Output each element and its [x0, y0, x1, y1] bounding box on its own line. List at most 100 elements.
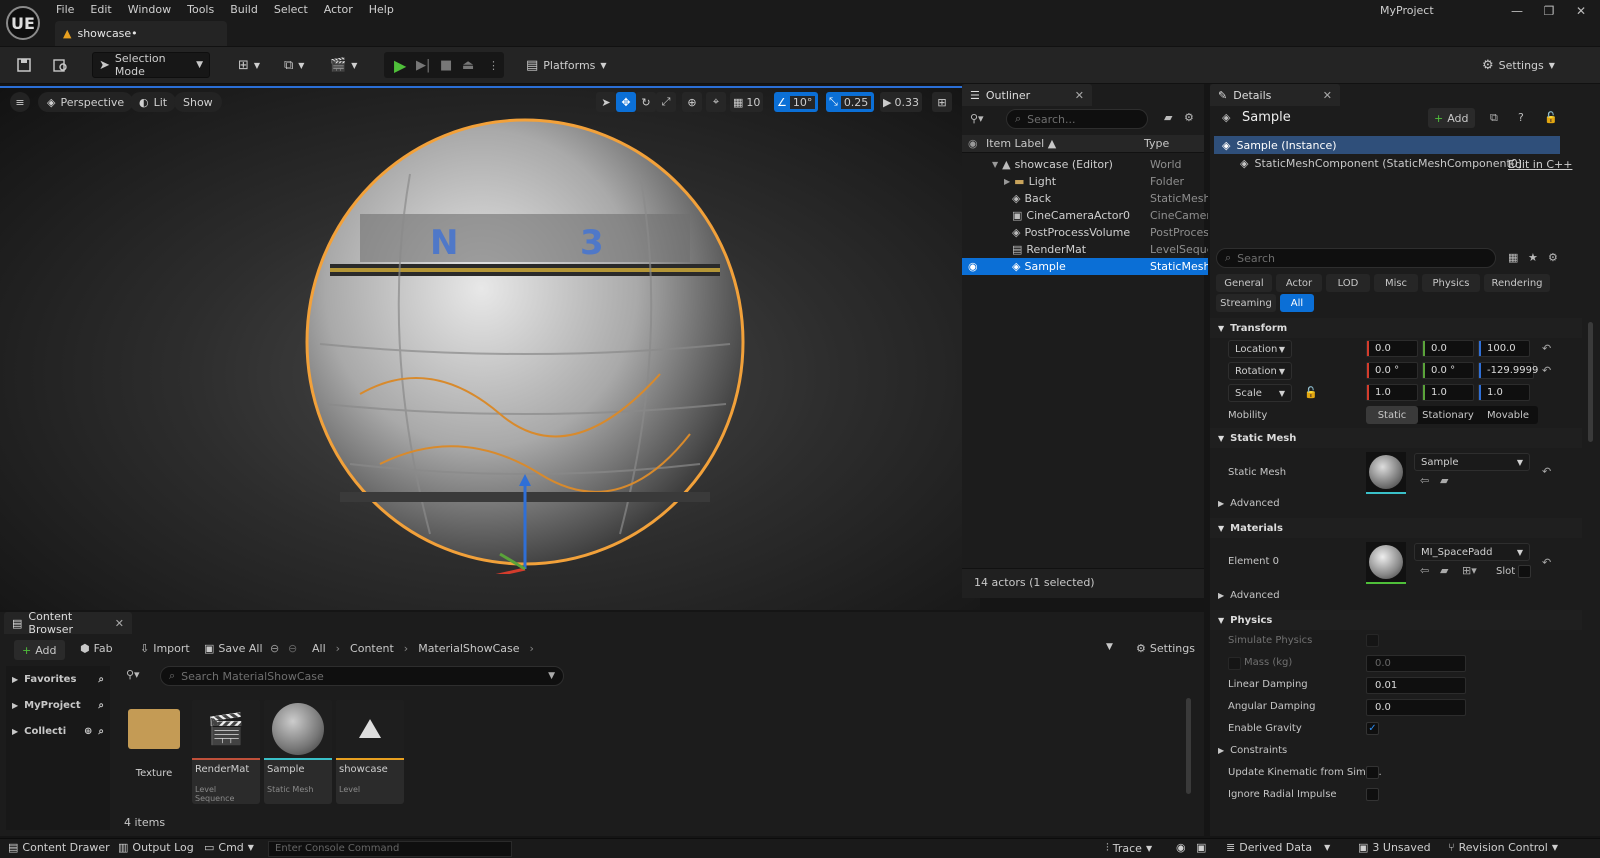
menu-window[interactable]: Window: [120, 1, 179, 19]
angular-damping-field[interactable]: 0.0: [1366, 699, 1466, 716]
add-component-button[interactable]: + Add: [1428, 108, 1475, 128]
linear-damping-field[interactable]: 0.01: [1366, 677, 1466, 694]
close-window-icon[interactable]: ✕: [1566, 2, 1596, 20]
item-label-column[interactable]: Item Label ▲: [986, 137, 1056, 150]
cb-scrollbar[interactable]: [1186, 698, 1191, 794]
rotation-snap-button[interactable]: ∠ 10°: [774, 92, 819, 112]
materials-advanced[interactable]: ▶ Advanced: [1218, 590, 1280, 601]
select-tool-icon[interactable]: ➤: [596, 92, 616, 112]
material-picker[interactable]: MI_SpacePadd ▼: [1414, 543, 1530, 561]
material-options-icon[interactable]: ⊞▾: [1462, 564, 1477, 577]
add-collection-icon[interactable]: ⊕: [84, 726, 92, 737]
cmd-dropdown[interactable]: ▭ Cmd ▼: [204, 841, 254, 854]
viewport-menu-icon[interactable]: ≡: [10, 92, 30, 112]
physics-section[interactable]: ▼ Physics: [1210, 610, 1582, 630]
reset-location-icon[interactable]: ↶: [1542, 342, 1551, 355]
breadcrumb-content[interactable]: Content: [350, 642, 394, 655]
screenshot-icon[interactable]: ▣: [1196, 841, 1206, 854]
coordinate-space-icon[interactable]: ⊕: [682, 92, 702, 112]
content-drawer-button[interactable]: ▤ Content Drawer: [8, 841, 110, 854]
collections-section[interactable]: ▶ Collecti ⊕ ⌕: [12, 726, 104, 737]
lock-icon[interactable]: 🔓: [1544, 111, 1558, 124]
category-lod[interactable]: LOD: [1326, 274, 1370, 292]
table-view-icon[interactable]: ▦: [1508, 251, 1518, 264]
outliner-row-world[interactable]: ▼ ▲ showcase (Editor) World: [962, 156, 1208, 173]
fab-button[interactable]: ⬢ Fab: [80, 642, 113, 655]
play-icon[interactable]: ▶: [388, 52, 412, 78]
camera-speed-button[interactable]: ▶ 0.33: [880, 92, 922, 112]
cb-add-button[interactable]: + Add: [14, 640, 65, 660]
path-dropdown-icon[interactable]: ▼: [1106, 642, 1113, 652]
asset-rendermat[interactable]: 🎬 RenderMat Level Sequence: [192, 700, 260, 804]
details-scrollbar[interactable]: [1588, 322, 1593, 442]
close-icon[interactable]: ✕: [1075, 89, 1084, 102]
stop-icon[interactable]: ■: [434, 52, 458, 78]
close-icon[interactable]: ✕: [1323, 89, 1332, 102]
asset-sample[interactable]: Sample Static Mesh: [264, 700, 332, 804]
breadcrumb-all[interactable]: All: [312, 642, 326, 655]
asset-texture-folder[interactable]: Texture: [120, 700, 188, 804]
save-all-button[interactable]: ▣ Save All: [204, 642, 263, 655]
transform-section[interactable]: ▼ Transform: [1210, 318, 1582, 338]
grid-snap-button[interactable]: ▦ 10: [730, 92, 764, 112]
restore-icon[interactable]: ❐: [1534, 2, 1564, 20]
import-button[interactable]: ⇩ Import: [140, 642, 190, 655]
reset-rotation-icon[interactable]: ↶: [1542, 364, 1551, 377]
details-search-input[interactable]: ⌕ Search: [1216, 248, 1496, 268]
outliner-row-camera[interactable]: ▣ CineCameraActor0 CineCameraActor: [962, 207, 1208, 224]
outliner-row-postprocess[interactable]: ◈ PostProcessVolume PostProcessVolume: [962, 224, 1208, 241]
outliner-tab[interactable]: ☰ Outliner ✕: [962, 84, 1092, 106]
location-z-field[interactable]: 100.0: [1478, 340, 1530, 357]
unsaved-button[interactable]: ▣ 3 Unsaved: [1358, 841, 1431, 854]
surface-snap-icon[interactable]: ⌖: [706, 92, 726, 112]
outliner-settings-icon[interactable]: ⚙: [1184, 111, 1194, 124]
filter-icon[interactable]: ⚲▾: [970, 112, 984, 125]
minimize-icon[interactable]: —: [1502, 2, 1532, 20]
static-mesh-section[interactable]: ▼ Static Mesh: [1210, 428, 1582, 448]
menu-tools[interactable]: Tools: [179, 1, 222, 19]
output-log-button[interactable]: ▥ Output Log: [118, 841, 194, 854]
history-forward-icon[interactable]: ⊖: [288, 642, 297, 655]
step-icon[interactable]: ▶|: [410, 52, 436, 78]
mobility-static[interactable]: Static: [1366, 406, 1418, 424]
browse-icon[interactable]: [46, 52, 74, 78]
history-back-icon[interactable]: ⊖: [270, 642, 279, 655]
use-selected-icon[interactable]: ⇦: [1420, 474, 1429, 487]
show-button[interactable]: Show: [174, 92, 222, 112]
constraints-row[interactable]: ▶ Constraints: [1218, 745, 1287, 756]
lit-button[interactable]: ◐ Lit: [130, 92, 177, 112]
level-viewport[interactable]: ≡ ◈ Perspective ◐ Lit Show ➤ ✥ ↻ ⤢ ⊕ ⌖ ▦…: [0, 86, 980, 610]
static-mesh-thumbnail[interactable]: [1366, 452, 1406, 494]
asset-showcase[interactable]: ⛰ showcase Level: [336, 700, 404, 804]
static-mesh-picker[interactable]: Sample ▼: [1414, 453, 1530, 471]
static-mesh-advanced[interactable]: ▶ Advanced: [1218, 498, 1280, 509]
console-input[interactable]: Enter Console Command: [268, 841, 512, 857]
add-actor-icon[interactable]: ⊞ ▼: [232, 52, 266, 78]
ignore-radial-checkbox[interactable]: [1366, 788, 1379, 801]
mobility-movable[interactable]: Movable: [1478, 406, 1538, 424]
scale-z-field[interactable]: 1.0: [1478, 384, 1530, 401]
help-icon[interactable]: ?: [1518, 111, 1524, 124]
category-streaming[interactable]: Streaming: [1216, 294, 1276, 312]
mass-field[interactable]: 0.0: [1366, 655, 1466, 672]
breadcrumb-materialshowcase[interactable]: MaterialShowCase: [418, 642, 519, 655]
material-thumbnail[interactable]: [1366, 542, 1406, 584]
perspective-button[interactable]: ◈ Perspective: [38, 92, 134, 112]
blueprint-convert-icon[interactable]: ⧉: [1490, 111, 1498, 125]
browse-asset-icon[interactable]: ▰: [1440, 474, 1448, 487]
menu-select[interactable]: Select: [266, 1, 316, 19]
menu-edit[interactable]: Edit: [82, 1, 119, 19]
filter-icon[interactable]: ⚲▾: [126, 668, 140, 681]
blueprint-icon[interactable]: ⧉ ▼: [278, 52, 310, 78]
browse-asset-icon[interactable]: ▰: [1440, 564, 1448, 577]
mass-override-checkbox[interactable]: [1228, 657, 1241, 670]
update-kinematic-checkbox[interactable]: [1366, 766, 1379, 779]
simulate-physics-checkbox[interactable]: [1366, 634, 1379, 647]
category-misc[interactable]: Misc: [1374, 274, 1418, 292]
document-tab[interactable]: ▲ showcase•: [55, 21, 227, 46]
settings-dropdown[interactable]: ⚙ Settings ▼: [1476, 52, 1561, 78]
save-icon[interactable]: [10, 52, 38, 78]
rotate-tool-icon[interactable]: ↻: [636, 92, 656, 112]
scale-y-field[interactable]: 1.0: [1422, 384, 1474, 401]
outliner-row-rendermat[interactable]: ▤ RenderMat LevelSequenceActor: [962, 241, 1208, 258]
